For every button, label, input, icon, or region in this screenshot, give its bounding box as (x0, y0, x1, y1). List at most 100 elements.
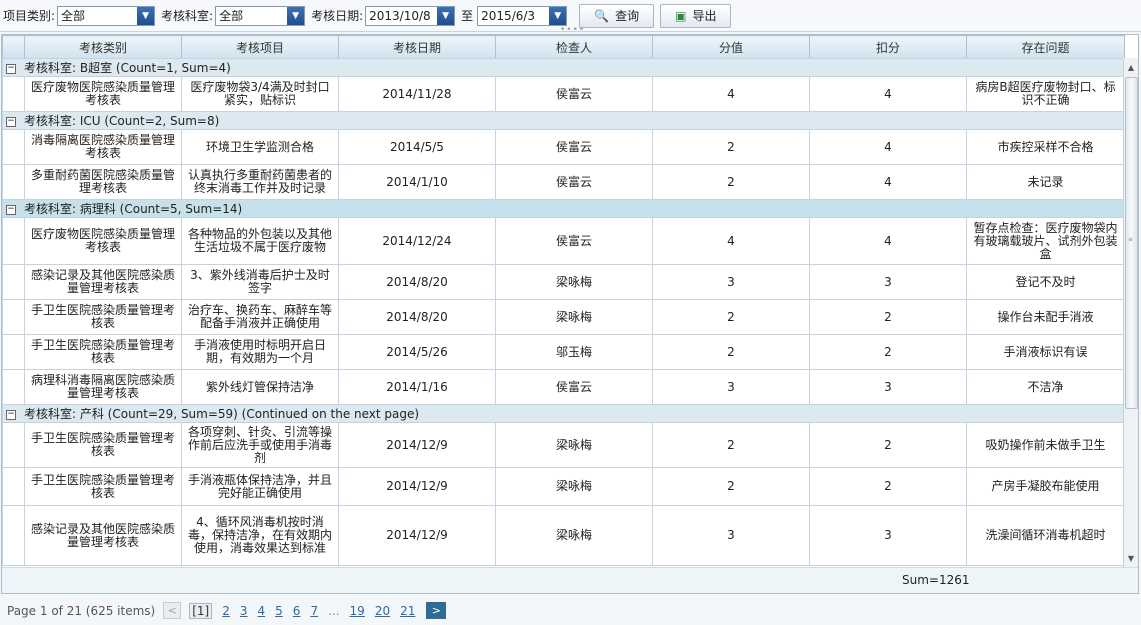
cell-item: 各项穿刺、针灸、引流等操作前后应洗手或使用手消毒剂 (181, 422, 339, 468)
prev-page-button[interactable]: < (163, 602, 182, 619)
cell-score: 3 (652, 505, 810, 566)
column-header-problem[interactable]: 存在问题 (966, 35, 1125, 59)
table-row[interactable]: 医疗废物医院感染质量管理考核表 各种物品的外包装以及其他生活垃圾不属于医疗废物 20… (2, 217, 1124, 265)
column-header-deduct[interactable]: 扣分 (809, 35, 967, 59)
chevron-down-icon[interactable]: ▼ (287, 6, 305, 25)
splitter-grip[interactable]: •••• (560, 26, 584, 35)
row-indent (2, 334, 25, 370)
cell-deduct: 2 (809, 299, 967, 335)
row-indent (2, 467, 25, 506)
date-from-picker[interactable]: 2013/10/8 ▼ (365, 5, 456, 26)
page-link[interactable]: 20 (375, 604, 390, 618)
chevron-down-icon[interactable]: ▼ (137, 6, 155, 25)
grid-header: 考核类别 考核项目 考核日期 检查人 分值 扣分 存在问题 (2, 35, 1125, 59)
group-row[interactable]: − 考核科室: 病理科 (Count=5, Sum=14) (2, 199, 1124, 218)
column-header-inspector[interactable]: 检查人 (495, 35, 653, 59)
export-button[interactable]: ▣ 导出 (660, 3, 732, 28)
cell-inspector: 梁咏梅 (495, 422, 653, 468)
cell-problem: 未记录 (965, 164, 1124, 200)
query-button-label: 查询 (615, 9, 640, 23)
cell-problem: 市疾控采样不合格 (965, 129, 1124, 165)
table-row[interactable]: 感染记录及其他医院感染质量管理考核表 3、紫外线消毒后护士及时签字 2014/8/2… (2, 264, 1124, 300)
table-row[interactable]: 感染记录及其他医院感染质量管理考核表 4、循环风消毒机按时消毒，保持洁净，在有效期… (2, 505, 1124, 566)
cell-date: 2014/5/26 (338, 334, 496, 370)
cell-category: 手卫生医院感染质量管理考核表 (24, 467, 182, 506)
group-header-label: 考核科室: 病理科 (Count=5, Sum=14) (24, 202, 243, 216)
cell-item: 3、紫外线消毒后护士及时签字 (181, 264, 339, 300)
table-row[interactable]: 手卫生医院感染质量管理考核表 治疗车、换药车、麻醉车等配备手消液并正确使用 2014… (2, 299, 1124, 335)
query-button[interactable]: 🔍 查询 (579, 3, 655, 28)
cell-deduct: 4 (809, 164, 967, 200)
cell-date: 2014/5/5 (338, 129, 496, 165)
page-link[interactable]: 4 (258, 604, 266, 618)
cell-deduct: 3 (809, 505, 967, 566)
table-row[interactable]: 手卫生医院感染质量管理考核表 手消液瓶体保持洁净，并且完好能正确使用 2014/12… (2, 467, 1124, 506)
cell-deduct: 2 (809, 467, 967, 506)
table-row[interactable]: 病理科消毒隔离医院感染质量管理考核表 紫外线灯管保持洁净 2014/1/16 侯富云 3… (2, 369, 1124, 405)
vertical-scrollbar[interactable]: ▲ ≡ ▼ (1123, 58, 1138, 568)
page-link[interactable]: 7 (310, 604, 318, 618)
page-link[interactable]: 19 (350, 604, 365, 618)
page-link[interactable]: 6 (293, 604, 301, 618)
cell-problem: 手消液标识有误 (965, 334, 1124, 370)
column-header-category[interactable]: 考核类别 (24, 35, 182, 59)
cell-deduct: 4 (809, 76, 967, 112)
cell-date: 2014/12/9 (338, 467, 496, 506)
cell-category: 手卫生医院感染质量管理考核表 (24, 299, 182, 335)
date-to-picker[interactable]: 2015/6/3 ▼ (477, 5, 568, 26)
table-row[interactable]: 消毒隔离医院感染质量管理考核表 环境卫生学监测合格 2014/5/5 侯富云 2 4 市疾控… (2, 129, 1124, 165)
date-to-label: 至 (461, 9, 474, 23)
table-row[interactable]: 手卫生医院感染质量管理考核表 手消液使用时标明开启日期，有效期为一个月 2014/5… (2, 334, 1124, 370)
next-page-button[interactable]: > (426, 602, 447, 619)
page-link[interactable]: 21 (400, 604, 415, 618)
collapse-icon[interactable]: − (6, 204, 16, 215)
cell-item: 治疗车、换药车、麻醉车等配备手消液并正确使用 (181, 299, 339, 335)
cell-date: 2014/8/20 (338, 264, 496, 300)
dept-label: 考核科室: (161, 9, 214, 23)
cell-date: 2014/1/16 (338, 369, 496, 405)
cell-inspector: 侯富云 (495, 369, 653, 405)
column-header-score[interactable]: 分值 (652, 35, 810, 59)
cell-inspector: 梁咏梅 (495, 264, 653, 300)
collapse-icon[interactable]: − (6, 116, 16, 127)
cell-date: 2014/12/9 (338, 422, 496, 468)
row-indent (2, 505, 25, 566)
date-to-value: 2015/6/3 (481, 8, 536, 23)
date-from-value: 2013/10/8 (369, 8, 431, 23)
table-row[interactable]: 医疗废物医院感染质量管理考核表 医疗废物袋3/4满及时封口紧实，贴标识 2014/1… (2, 76, 1124, 112)
cell-item: 环境卫生学监测合格 (181, 129, 339, 165)
collapse-icon[interactable]: − (6, 63, 16, 74)
chevron-down-icon[interactable]: ▼ (549, 6, 567, 25)
group-row[interactable]: − 考核科室: ICU (Count=2, Sum=8) (2, 111, 1124, 130)
cell-inspector: 梁咏梅 (495, 505, 653, 566)
group-row[interactable]: − 考核科室: B超室 (Count=1, Sum=4) (2, 58, 1124, 77)
cell-date: 2014/12/24 (338, 217, 496, 265)
total-sum: Sum=1261 (902, 573, 970, 587)
category-select[interactable]: 全部 ▼ (57, 5, 156, 26)
column-header-date[interactable]: 考核日期 (338, 35, 496, 59)
cell-problem: 不洁净 (965, 369, 1124, 405)
collapse-icon[interactable]: − (6, 409, 16, 420)
cell-problem: 洗澡间循环消毒机超时 (965, 505, 1124, 566)
scroll-up-icon[interactable]: ▲ (1124, 60, 1138, 75)
column-header-item[interactable]: 考核项目 (181, 35, 339, 59)
cell-item: 手消液使用时标明开启日期，有效期为一个月 (181, 334, 339, 370)
scroll-thumb[interactable]: ≡ (1125, 77, 1138, 409)
group-header-label: 考核科室: 产科 (Count=29, Sum=59) (Continued o… (24, 407, 420, 421)
cell-date: 2014/8/20 (338, 299, 496, 335)
dept-select[interactable]: 全部 ▼ (215, 5, 306, 26)
group-header-cell: − 考核科室: 产科 (Count=29, Sum=59) (Continued … (2, 404, 1124, 423)
cell-deduct: 3 (809, 369, 967, 405)
group-row[interactable]: − 考核科室: 产科 (Count=29, Sum=59) (Continued … (2, 404, 1124, 423)
search-icon: 🔍 (594, 8, 610, 23)
page-link[interactable]: 3 (240, 604, 248, 618)
row-indent (2, 299, 25, 335)
table-row[interactable]: 手卫生医院感染质量管理考核表 各项穿刺、针灸、引流等操作前后应洗手或使用手消毒剂 2… (2, 422, 1124, 468)
page-link[interactable]: 2 (222, 604, 230, 618)
page-link[interactable]: 5 (275, 604, 283, 618)
scroll-down-icon[interactable]: ▼ (1124, 551, 1138, 566)
row-indent (2, 264, 25, 300)
chevron-down-icon[interactable]: ▼ (437, 6, 455, 25)
table-row[interactable]: 多重耐药菌医院感染质量管理考核表 认真执行多重耐药菌患者的终末消毒工作并及时记录 2… (2, 164, 1124, 200)
cell-problem: 操作台未配手消液 (965, 299, 1124, 335)
